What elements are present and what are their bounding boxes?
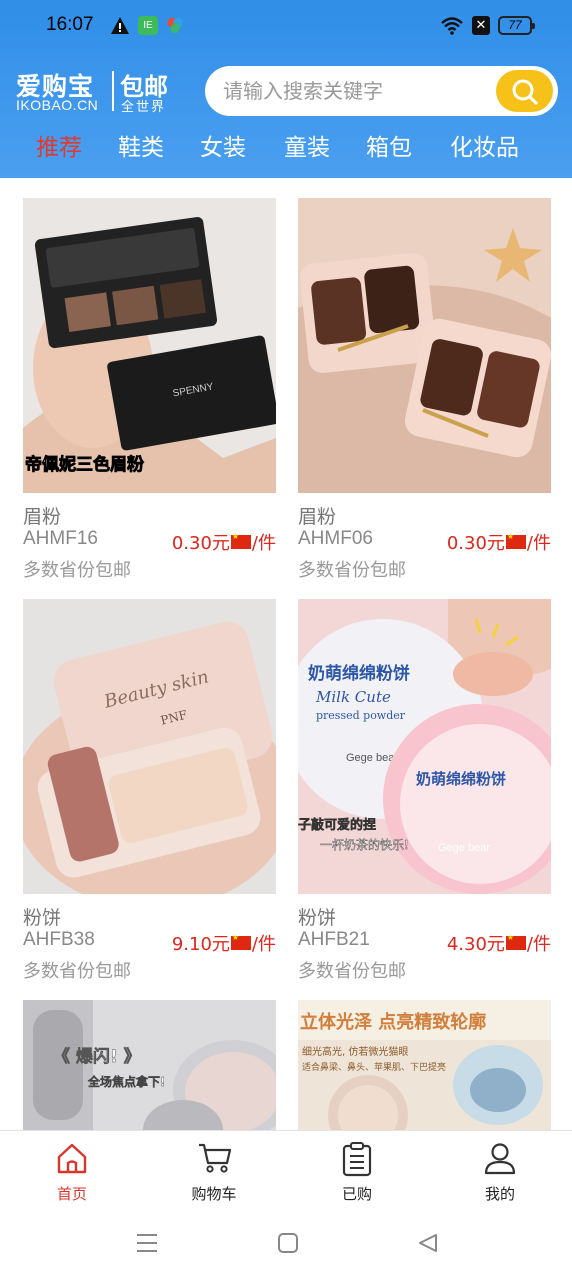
svg-text:立体光泽 点亮精致轮廓: 立体光泽 点亮精致轮廓 (300, 1011, 486, 1033)
product-code: AHMF06 (298, 528, 373, 549)
product-name: 眉粉 (298, 506, 337, 528)
nav-purchased-label: 已购 (341, 1185, 372, 1203)
svg-text:《 爆闪! 》: 《 爆闪! 》 (53, 1046, 141, 1067)
product-price: 9.10元/件 (172, 930, 276, 956)
nav-profile[interactable]: 我的 (450, 1131, 550, 1209)
shipping-note: 多数省份包邮 (298, 961, 406, 982)
product-card[interactable]: 立体光泽 点亮精致轮廓 细光高光, 仿若微光猫眼 适合鼻梁、鼻头、苹果肌、下巴提… (298, 1000, 551, 1130)
colorful-app-icon (167, 17, 183, 34)
china-flag-icon (505, 532, 526, 549)
china-flag-icon (230, 933, 251, 950)
china-flag-icon (230, 532, 251, 549)
svg-text:奶萌绵绵粉饼: 奶萌绵绵粉饼 (416, 770, 506, 788)
tab-womens-clothing[interactable]: 女装 (200, 128, 246, 162)
app-logo: 爱购宝 IKOBAO.CN 包邮 全世界 (16, 67, 176, 115)
tab-kids-clothing[interactable]: 童装 (284, 128, 330, 162)
search-box (205, 66, 558, 116)
contour-highlighter-photo: 立体光泽 点亮精致轮廓 细光高光, 仿若微光猫眼 适合鼻梁、鼻头、苹果肌、下巴提… (298, 1000, 551, 1130)
clipboard-icon (342, 1142, 372, 1177)
product-image[interactable]: 《 爆闪! 》 全场焦点拿下! (23, 1000, 276, 1130)
nav-home[interactable]: 首页 (22, 1131, 122, 1209)
product-card[interactable]: 眉粉 AHMF06 0.30元/件 多数省份包邮 (298, 198, 551, 582)
product-card[interactable]: 《 爆闪! 》 全场焦点拿下! (23, 1000, 276, 1130)
product-image[interactable] (298, 198, 551, 493)
svg-text:Milk Cute: Milk Cute (315, 688, 391, 706)
tab-shoes[interactable]: 鞋类 (118, 128, 164, 162)
svg-text:Gege bear: Gege bear (438, 842, 490, 854)
product-grid: SPENNY 帝佩妮三色眉粉 眉粉 AHMF16 0.30元/件 多数省份包邮 (0, 178, 572, 1130)
pressed-powder-photo: Beauty skin PNF (23, 599, 276, 894)
close-notification-icon: ✕ (472, 16, 490, 35)
logo-divider (112, 71, 114, 111)
nav-profile-label: 我的 (484, 1185, 515, 1203)
product-image[interactable]: 奶萌绵绵粉饼 Milk Cute pressed powder Gege bea… (298, 599, 551, 894)
tab-bags[interactable]: 箱包 (366, 128, 412, 162)
product-image[interactable]: 立体光泽 点亮精致轮廓 细光高光, 仿若微光猫眼 适合鼻梁、鼻头、苹果肌、下巴提… (298, 1000, 551, 1130)
svg-text:一杯奶茶的快乐!: 一杯奶茶的快乐! (320, 837, 409, 852)
svg-text:奶萌绵绵粉饼: 奶萌绵绵粉饼 (308, 663, 410, 684)
product-name: 粉饼 (23, 907, 62, 929)
svg-text:子敲可爱的捏: 子敲可爱的捏 (298, 817, 376, 833)
shipping-note: 多数省份包邮 (23, 560, 131, 581)
product-card[interactable]: SPENNY 帝佩妮三色眉粉 眉粉 AHMF16 0.30元/件 多数省份包邮 (23, 198, 276, 582)
logo-english: IKOBAO.CN (16, 97, 99, 113)
tab-cosmetics[interactable]: 化妆品 (450, 128, 519, 162)
shipping-note: 多数省份包邮 (23, 961, 131, 982)
tab-recommend[interactable]: 推荐 (36, 128, 82, 162)
cart-icon (199, 1143, 232, 1173)
search-button[interactable] (496, 70, 553, 112)
app-header: 16:07 IE ✕ 77 爱购宝 IKOBAO.CN 包邮 全世界 请输入搜索… (0, 0, 572, 178)
svg-text:细光高光, 仿若微光猫眼: 细光高光, 仿若微光猫眼 (302, 1045, 408, 1058)
shipping-note: 多数省份包邮 (298, 560, 406, 581)
product-image[interactable]: Beauty skin PNF (23, 599, 276, 894)
product-code: AHMF16 (23, 528, 98, 549)
china-flag-icon (505, 933, 526, 950)
milk-cute-powder-photo: 奶萌绵绵粉饼 Milk Cute pressed powder Gege bea… (298, 599, 551, 894)
nav-cart[interactable]: 购物车 (164, 1131, 264, 1209)
product-price: 0.30元/件 (172, 529, 276, 555)
home-icon (57, 1143, 87, 1174)
product-card[interactable]: 奶萌绵绵粉饼 Milk Cute pressed powder Gege bea… (298, 599, 551, 983)
back-triangle-icon[interactable] (417, 1232, 439, 1254)
svg-text:帝佩妮三色眉粉: 帝佩妮三色眉粉 (25, 454, 144, 475)
svg-text:适合鼻梁、鼻头、苹果肌、下巴提亮: 适合鼻梁、鼻头、苹果肌、下巴提亮 (302, 1061, 446, 1073)
category-tabs: 推荐 鞋类 女装 童装 箱包 化妆品 (0, 128, 572, 168)
search-input[interactable] (223, 66, 483, 116)
highlighter-photo: 《 爆闪! 》 全场焦点拿下! (23, 1000, 276, 1130)
product-name: 眉粉 (23, 506, 62, 528)
search-icon (512, 79, 538, 105)
product-code: AHFB21 (298, 929, 370, 950)
product-price: 4.30元/件 (447, 930, 551, 956)
product-name: 粉饼 (298, 907, 337, 929)
product-price: 0.30元/件 (447, 529, 551, 555)
app-notification-icon: IE (138, 16, 158, 35)
user-icon (484, 1143, 516, 1175)
svg-text:pressed powder: pressed powder (316, 709, 406, 722)
eyebrow-powder-photo (298, 198, 551, 493)
battery-indicator: 77 (498, 16, 535, 35)
menu-icon[interactable] (135, 1232, 159, 1254)
svg-text:全场焦点拿下!: 全场焦点拿下! (87, 1074, 165, 1089)
wifi-icon (441, 17, 463, 35)
nav-home-label: 首页 (56, 1185, 87, 1203)
status-time: 16:07 (46, 14, 94, 35)
home-square-icon[interactable] (277, 1232, 299, 1254)
bottom-navigation: 首页 购物车 已购 我的 (0, 1130, 572, 1208)
logo-slogan-sub: 全世界 (121, 100, 167, 115)
product-code: AHFB38 (23, 929, 95, 950)
eyebrow-palette-photo: SPENNY 帝佩妮三色眉粉 (23, 198, 276, 493)
product-card[interactable]: Beauty skin PNF 粉饼 AHFB38 9.10元/件 多数省份包邮 (23, 599, 276, 983)
warning-icon (111, 17, 129, 34)
system-navigation-bar (0, 1208, 572, 1280)
product-image[interactable]: SPENNY 帝佩妮三色眉粉 (23, 198, 276, 493)
nav-cart-label: 购物车 (191, 1185, 237, 1203)
nav-purchased[interactable]: 已购 (307, 1131, 407, 1209)
status-bar: 16:07 IE ✕ 77 (0, 0, 572, 52)
